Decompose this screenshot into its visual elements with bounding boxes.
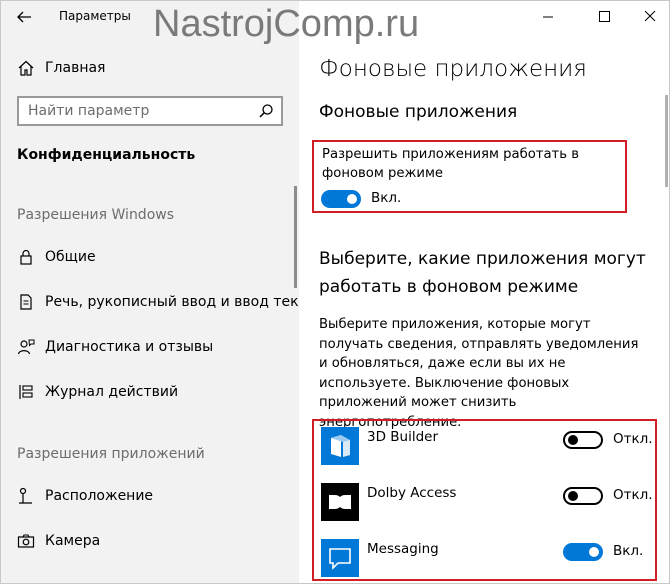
toggle-knob bbox=[347, 194, 357, 204]
settings-window: Параметры Главная Найти параметр Конфиде… bbox=[0, 0, 670, 584]
app-state-label: Откл. bbox=[613, 431, 653, 447]
sidebar-item-label: Общие bbox=[45, 249, 96, 265]
sidebar-item-speech[interactable]: Речь, рукописный ввод и ввод текста bbox=[1, 283, 323, 323]
list-item: 3D Builder Откл. bbox=[314, 421, 655, 477]
search-placeholder: Найти параметр bbox=[28, 103, 150, 119]
home-icon bbox=[18, 60, 34, 76]
section-header-windows: Разрешения Windows bbox=[17, 207, 175, 223]
3d-builder-icon bbox=[321, 427, 359, 465]
section-subtitle: Фоновые приложения bbox=[319, 102, 518, 122]
toggle-knob bbox=[568, 491, 578, 501]
category-title: Конфиденциальность bbox=[17, 147, 196, 163]
person-feedback-icon bbox=[17, 339, 35, 355]
minimize-icon[interactable] bbox=[537, 7, 559, 27]
app-state-label: Вкл. bbox=[613, 543, 644, 559]
sidebar-item-location[interactable]: Расположение bbox=[1, 477, 299, 517]
timeline-icon bbox=[19, 385, 33, 399]
master-setting-highlight: Разрешить приложениям работать в фоновом… bbox=[312, 140, 627, 213]
main-scrollbar[interactable] bbox=[665, 95, 668, 187]
app-toggle-dolby-access[interactable] bbox=[563, 487, 603, 505]
back-arrow-icon[interactable] bbox=[15, 8, 33, 26]
sidebar-item-activity[interactable]: Журнал действий bbox=[1, 373, 299, 413]
close-icon[interactable] bbox=[639, 7, 661, 27]
app-toggle-3d-builder[interactable] bbox=[563, 431, 603, 449]
master-state-label: Вкл. bbox=[371, 190, 402, 206]
document-pen-icon bbox=[20, 294, 32, 310]
apps-heading: Выберите, какие приложения могут работат… bbox=[319, 249, 646, 297]
list-item: Messaging Вкл. bbox=[314, 533, 655, 583]
messaging-icon bbox=[321, 539, 359, 577]
sidebar-item-diagnostics[interactable]: Диагностика и отзывы bbox=[1, 328, 299, 368]
sidebar-item-home[interactable]: Главная bbox=[1, 49, 299, 89]
apps-list-highlight: 3D Builder Откл. Dolby Access Откл. Mess… bbox=[312, 419, 657, 581]
lock-icon bbox=[20, 249, 32, 265]
camera-icon bbox=[17, 534, 35, 548]
maximize-icon[interactable] bbox=[593, 7, 615, 27]
master-setting-label: Разрешить приложениям работать в фоновом… bbox=[322, 147, 579, 181]
section-header-apps: Разрешения приложений bbox=[17, 446, 205, 462]
location-icon bbox=[19, 487, 32, 504]
search-input[interactable]: Найти параметр bbox=[17, 96, 283, 126]
watermark-logo: NastrojComp.ru bbox=[153, 3, 420, 45]
list-item: Dolby Access Откл. bbox=[314, 477, 655, 533]
app-name: Messaging bbox=[367, 541, 439, 557]
sidebar-item-general[interactable]: Общие bbox=[1, 238, 299, 278]
search-icon[interactable] bbox=[258, 103, 274, 119]
window-title: Параметры bbox=[59, 9, 131, 23]
sidebar-item-label: Расположение bbox=[45, 488, 154, 504]
app-toggle-messaging[interactable] bbox=[563, 543, 603, 561]
toggle-knob bbox=[568, 435, 578, 445]
dolby-icon bbox=[321, 483, 359, 521]
sidebar-item-label: Журнал действий bbox=[45, 384, 179, 400]
page-title: Фоновые приложения bbox=[319, 56, 587, 82]
main-content: Фоновые приложения Фоновые приложения Ра… bbox=[299, 1, 669, 583]
apps-description: Выберите приложения, которые могут получ… bbox=[319, 317, 639, 430]
sidebar-scrollbar[interactable] bbox=[294, 186, 297, 288]
app-state-label: Откл. bbox=[613, 487, 653, 503]
sidebar-item-label: Речь, рукописный ввод и ввод текста bbox=[45, 294, 323, 310]
sidebar-item-camera[interactable]: Камера bbox=[1, 522, 299, 562]
app-name: 3D Builder bbox=[367, 429, 439, 445]
sidebar-item-label: Главная bbox=[45, 60, 106, 76]
sidebar-item-label: Камера bbox=[45, 533, 101, 549]
sidebar: Параметры Главная Найти параметр Конфиде… bbox=[1, 1, 323, 583]
sidebar-item-label: Диагностика и отзывы bbox=[45, 339, 214, 355]
app-name: Dolby Access bbox=[367, 485, 457, 501]
master-background-toggle[interactable] bbox=[321, 190, 361, 208]
toggle-knob bbox=[589, 547, 599, 557]
